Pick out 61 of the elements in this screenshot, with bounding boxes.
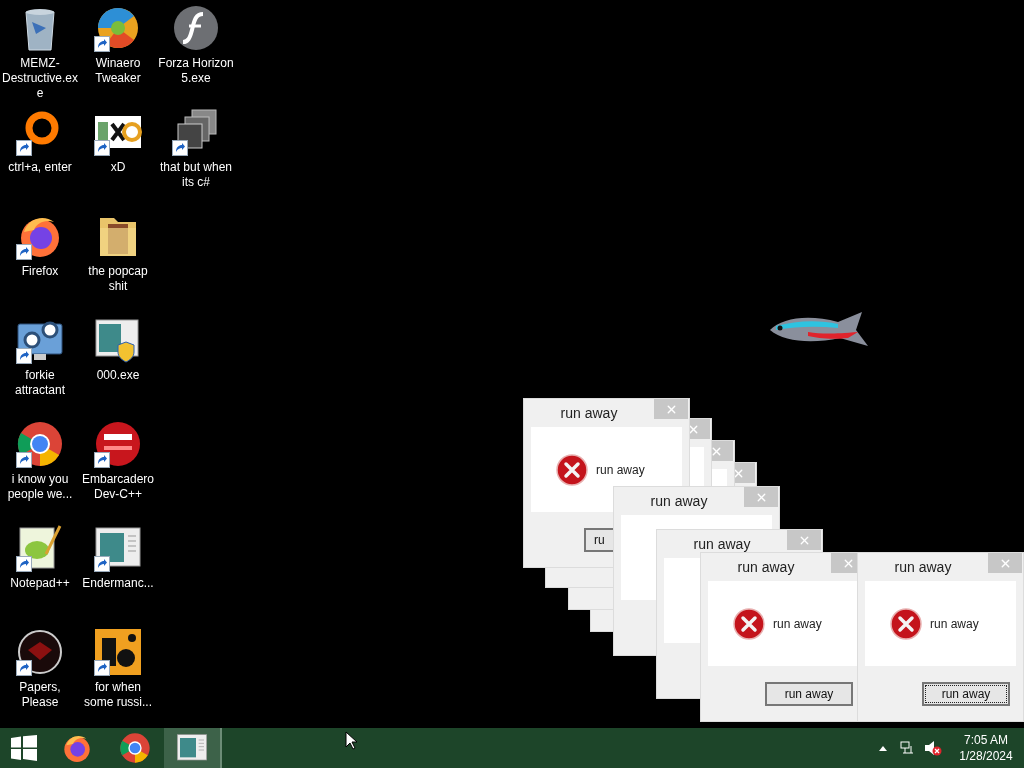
close-button[interactable]	[654, 399, 688, 419]
desktop-shortcut[interactable]: the popcap shit	[79, 208, 157, 312]
shortcut-label: Endermanc...	[81, 576, 155, 591]
desktop-shortcut[interactable]: Papers, Please	[1, 624, 79, 728]
flash-ball-icon	[172, 4, 220, 52]
desktop-shortcut[interactable]: Winaero Tweaker	[79, 0, 157, 104]
window-title: run away	[693, 535, 751, 554]
desktop-shortcut[interactable]: xD	[79, 104, 157, 208]
error-icon	[556, 453, 588, 486]
notepad-icon	[16, 524, 64, 572]
shortcut-label: forkie attractant	[14, 368, 66, 398]
window-title: run away	[737, 558, 795, 577]
desktop-shortcut[interactable]: Firefox	[1, 208, 79, 312]
clock-date: 1/28/2024	[959, 748, 1013, 764]
window-title: run away	[650, 492, 708, 511]
error-icon	[733, 607, 765, 640]
desktop-shortcut[interactable]: that but when its c#	[157, 104, 235, 208]
desktop-shortcut[interactable]: MEMZ-Destructive.exe	[1, 0, 79, 104]
shortcut-label: Embarcadero Dev-C++	[80, 472, 155, 502]
desktop-shortcut[interactable]: Forza Horizon 5.exe	[157, 0, 235, 104]
mouse-cursor-icon	[345, 731, 357, 750]
shortcut-label: for when some russi...	[83, 680, 153, 710]
shortcut-label: MEMZ-Destructive.exe	[1, 56, 79, 101]
shortcut-label: Papers, Please	[18, 680, 62, 710]
shortcut-label: xD	[109, 160, 127, 175]
windows-logo-icon	[11, 735, 37, 761]
close-button[interactable]	[744, 487, 778, 507]
desktop-shortcut[interactable]: Embarcadero Dev-C++	[79, 416, 157, 520]
shortcut-label: ctrl+a, enter	[7, 160, 73, 175]
shortcut-label: the popcap shit	[87, 264, 149, 294]
error-icon	[890, 607, 922, 640]
desktop-shortcut[interactable]: 000.exe	[79, 312, 157, 416]
shortcut-label: i know you people we...	[6, 472, 74, 502]
window-icon	[176, 732, 208, 764]
desktop-shortcut[interactable]: forkie attractant	[1, 312, 79, 416]
desktop-shortcut[interactable]: i know you people we...	[1, 416, 79, 520]
window-title: run away	[560, 404, 618, 423]
network-icon	[900, 740, 916, 756]
window-shield-icon	[94, 316, 142, 364]
close-button[interactable]	[988, 553, 1022, 573]
dialog-message: run away	[596, 461, 645, 479]
close-button[interactable]	[787, 530, 821, 550]
taskbar-app[interactable]	[164, 728, 222, 768]
shortcut-label: Notepad++	[9, 576, 71, 591]
caret-up-icon	[878, 744, 888, 752]
desktop-shortcut[interactable]: Notepad++	[1, 520, 79, 624]
shortcut-label: that but when its c#	[158, 160, 234, 190]
shortcut-label: Forza Horizon 5.exe	[157, 56, 235, 86]
window-title: run away	[894, 558, 952, 577]
shortcut-label: Winaero Tweaker	[94, 56, 142, 86]
desktop-shortcut[interactable]: for when some russi...	[79, 624, 157, 728]
shortcut-label: 000.exe	[95, 368, 141, 383]
dialog-message: run away	[773, 615, 822, 633]
desktop-shortcut[interactable]: Endermanc...	[79, 520, 157, 624]
shortcut-label: Firefox	[20, 264, 60, 279]
browser-ball-icon	[119, 732, 151, 764]
dialog-message: run away	[930, 615, 979, 633]
dialog-button[interactable]: run away	[765, 681, 853, 706]
desktop-shortcut[interactable]: ctrl+a, enter	[1, 104, 79, 208]
clock-time: 7:05 AM	[964, 732, 1008, 748]
dialog-button[interactable]: run away	[922, 681, 1010, 706]
